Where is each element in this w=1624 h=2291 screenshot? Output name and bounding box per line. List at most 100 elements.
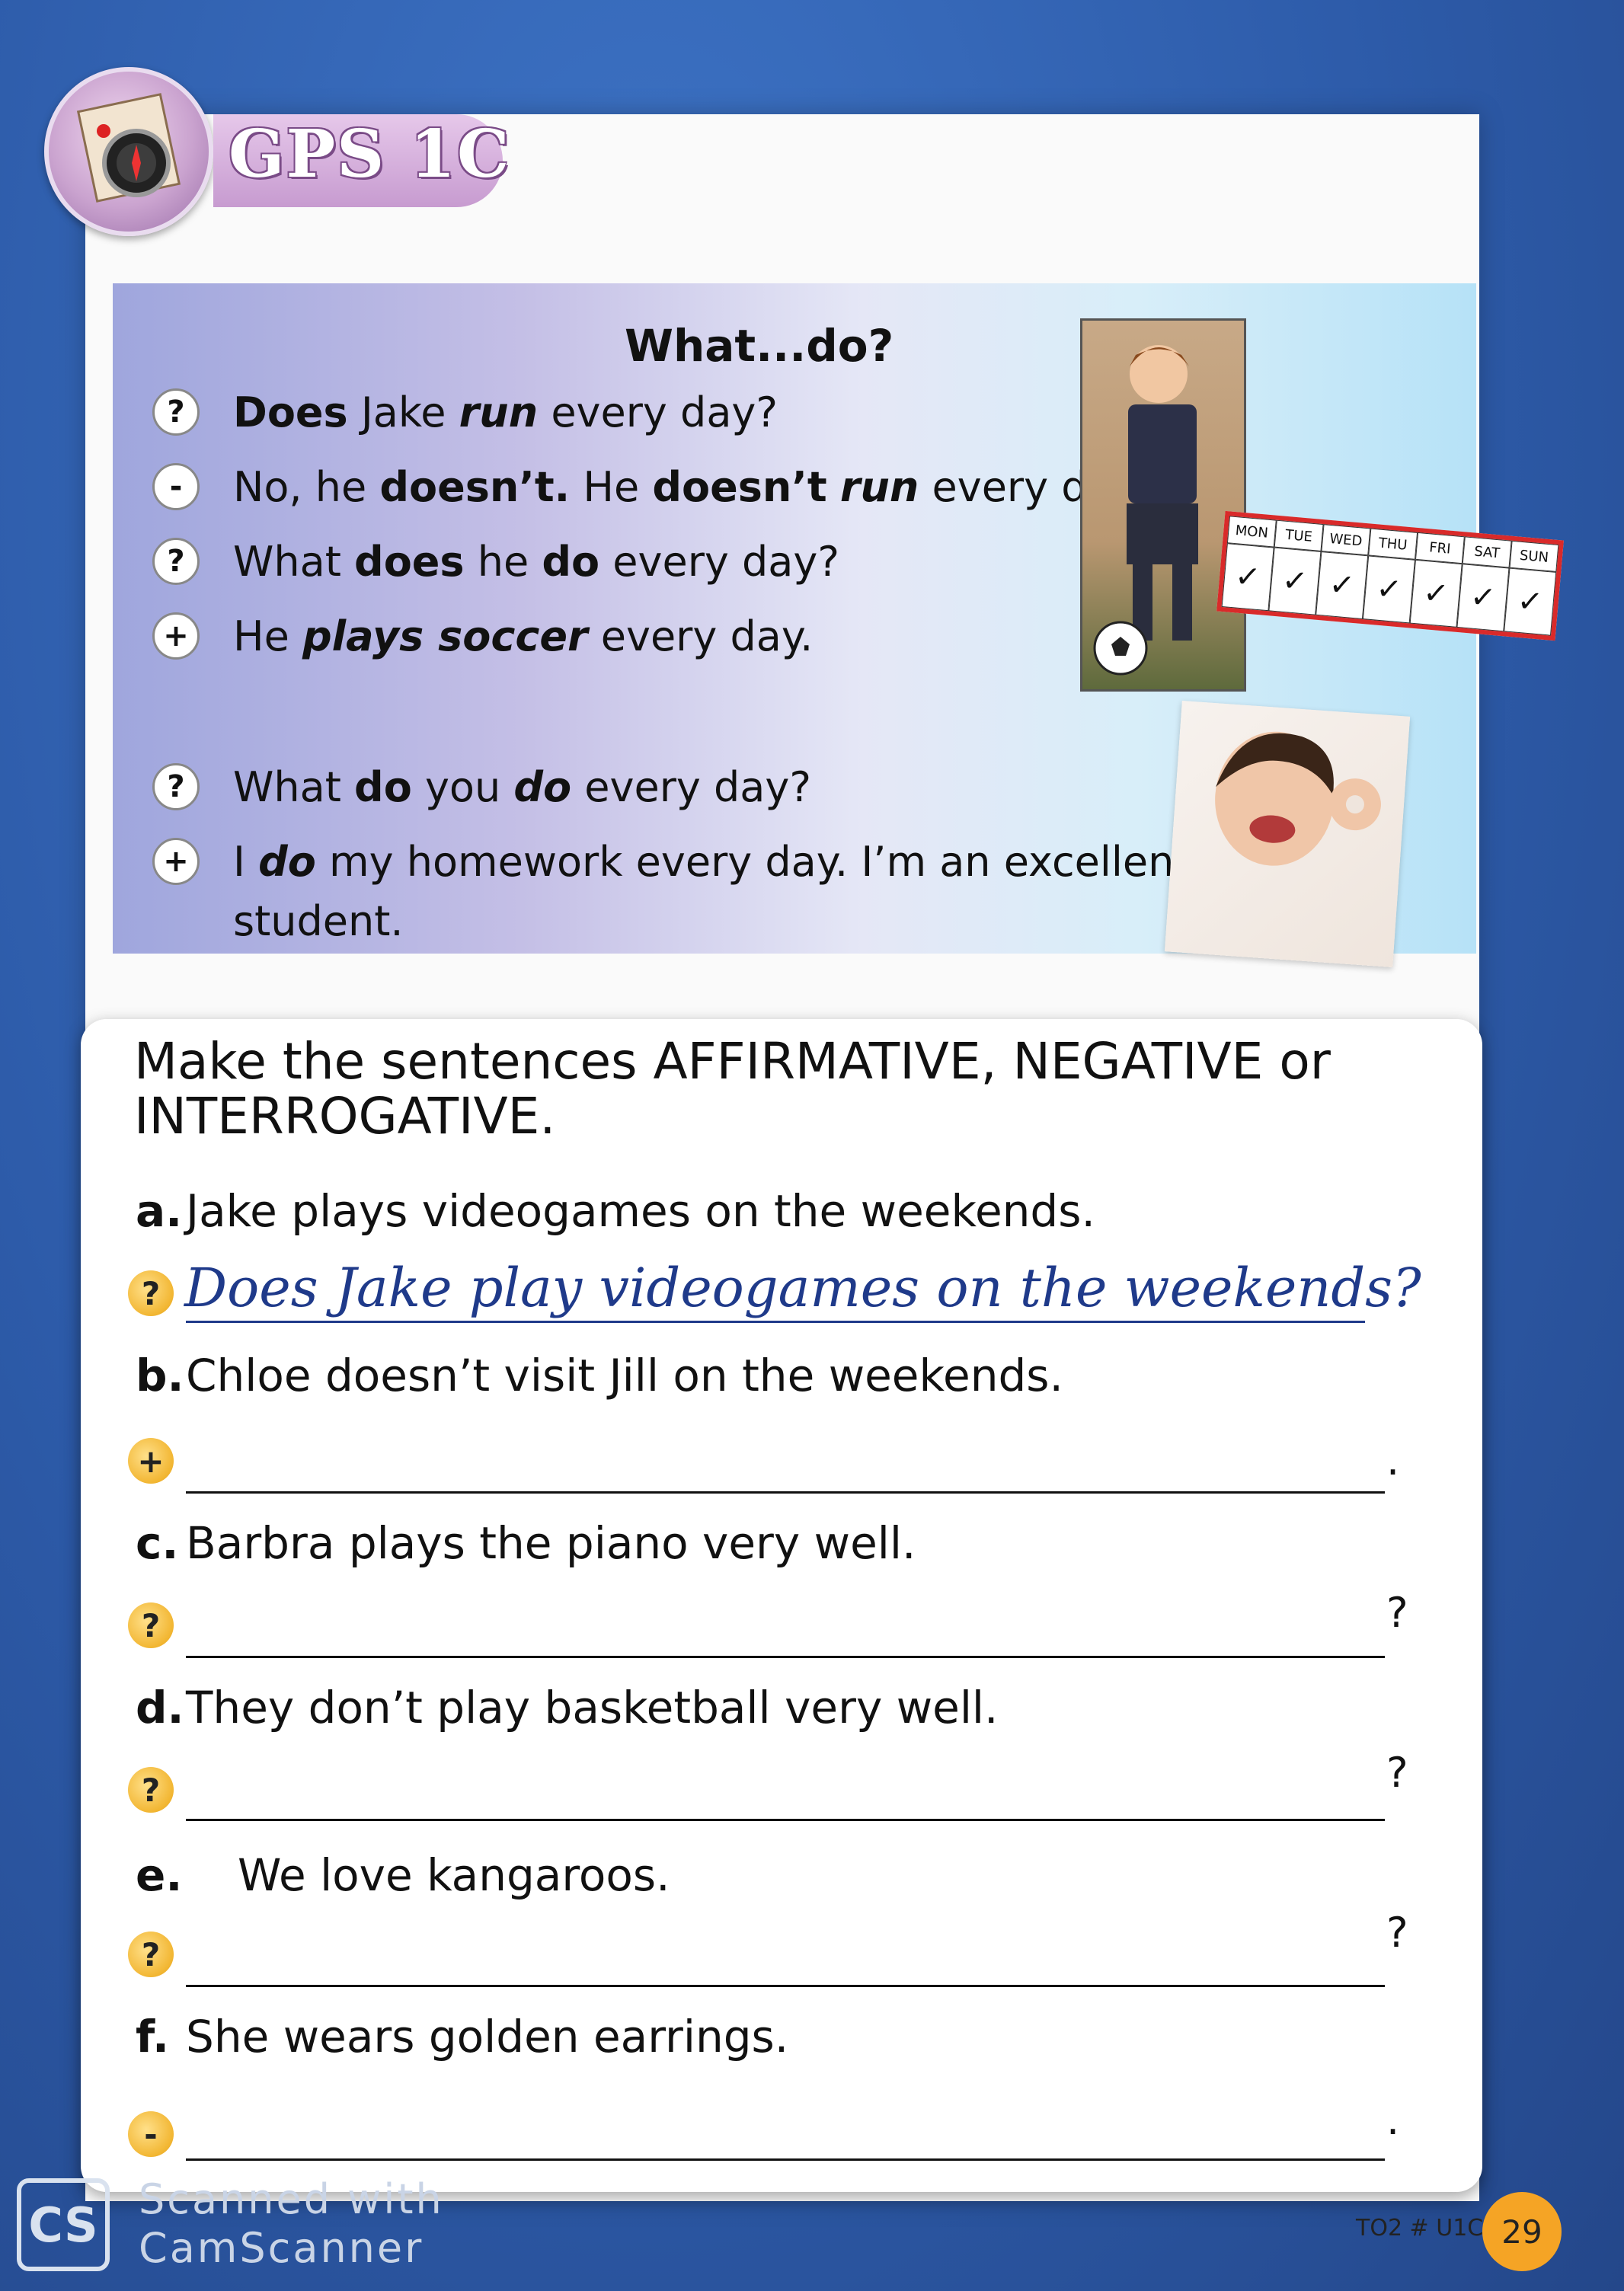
- page-title: GPS 1C: [229, 116, 511, 193]
- grammar-line: ? What does he do every day?: [152, 535, 839, 588]
- item-sentence: They don’t play basketball very well.: [186, 1682, 999, 1733]
- item-sentence: Barbra plays the piano very well.: [186, 1517, 916, 1569]
- question-icon: ?: [128, 1767, 174, 1813]
- checkmark-icon: ✓: [1409, 559, 1463, 628]
- item-label: f.: [136, 2011, 170, 2063]
- handwritten-answer-a: Does Jake play videogames on the weekend…: [184, 1257, 1421, 1319]
- exercise-item-b: b.Chloe doesn’t visit Jill on the weeken…: [136, 1350, 1063, 1401]
- boy-photo: [1164, 700, 1411, 968]
- grammar-text-part: plays soccer: [302, 612, 588, 660]
- plus-icon: +: [152, 838, 200, 885]
- grammar-text-part: every day?: [571, 762, 812, 811]
- grammar-text-part: He: [233, 612, 302, 660]
- grammar-text-part: I: [233, 837, 259, 886]
- answer-line-c[interactable]: [186, 1602, 1385, 1658]
- question-icon: ?: [152, 763, 200, 810]
- schedule-day: WED: [1321, 524, 1371, 556]
- grammar-text-part: No, he: [233, 462, 380, 511]
- grammar-text-part: do: [513, 762, 572, 811]
- grammar-text-part: every day?: [538, 388, 778, 436]
- plus-icon: +: [152, 612, 200, 660]
- grammar-text-part: Jake: [347, 388, 459, 436]
- item-sentence: We love kangaroos.: [238, 1849, 670, 1901]
- grammar-text-part: He: [570, 462, 653, 511]
- answer-line-d[interactable]: [186, 1765, 1385, 1821]
- checkmark-icon: ✓: [1268, 547, 1322, 615]
- grammar-text-part: [827, 463, 840, 511]
- item-label: d.: [136, 1682, 184, 1733]
- answer-end-punctuation: .: [1386, 1436, 1400, 1484]
- grammar-text-part: does: [354, 537, 465, 586]
- answer-line-b[interactable]: [186, 1438, 1385, 1494]
- schedule-day: FRI: [1415, 532, 1465, 564]
- exercise-item-e: e. We love kangaroos.: [136, 1849, 670, 1901]
- question-icon: ?: [128, 1602, 174, 1648]
- item-label: e.: [136, 1849, 183, 1901]
- compass-map-badge: [44, 67, 213, 236]
- watermark-line1: Scanned with: [139, 2175, 444, 2223]
- answer-end-punctuation: ?: [1386, 1909, 1408, 1957]
- grammar-text-part: doesn’t: [652, 462, 827, 511]
- camscanner-logo: CS: [17, 2178, 110, 2271]
- grammar-text-part: every day?: [599, 537, 840, 586]
- answer-line-f[interactable]: [186, 2105, 1385, 2161]
- minus-icon: -: [128, 2111, 174, 2157]
- grammar-text-part: do: [258, 837, 316, 886]
- compass-icon: [76, 93, 181, 203]
- grammar-sentence: No, he doesn’t. He doesn’t run every day…: [233, 463, 1144, 511]
- item-sentence: She wears golden earrings.: [186, 2011, 789, 2063]
- unit-code: TO2 # U1C: [1356, 2215, 1484, 2241]
- grammar-sentence: What do you do every day?: [233, 763, 811, 811]
- grammar-text-part: my homework every day. I’m an excellent: [315, 837, 1191, 886]
- item-label: a.: [136, 1185, 183, 1237]
- soccer-player-icon: [1093, 345, 1198, 676]
- exercise-item-a: a.Jake plays videogames on the weekends.: [136, 1185, 1095, 1237]
- grammar-text-part: run: [839, 462, 919, 511]
- grammar-sentence: What does he do every day?: [233, 538, 839, 586]
- schedule-day: THU: [1368, 528, 1418, 560]
- answer-end-punctuation: .: [1386, 2096, 1400, 2144]
- grammar-title: What...do?: [625, 320, 894, 372]
- checkmark-icon: ✓: [1504, 567, 1557, 636]
- grammar-text-part: do: [354, 762, 412, 811]
- question-icon: ?: [152, 388, 200, 436]
- question-icon: ?: [128, 1270, 174, 1316]
- schedule-day: SUN: [1509, 540, 1559, 573]
- grammar-line: + I do my homework every day. I’m an exc…: [152, 835, 1191, 888]
- exercise-item-d: d.They don’t play basketball very well.: [136, 1682, 999, 1733]
- item-label: b.: [136, 1350, 184, 1401]
- checkmark-icon: ✓: [1456, 564, 1510, 632]
- grammar-line: ? Does Jake run every day?: [152, 385, 778, 439]
- grammar-sentence: He plays soccer every day.: [233, 612, 813, 660]
- exercise-instruction: Make the sentences AFFIRMATIVE, NEGATIVE…: [134, 1032, 1331, 1146]
- exercise-item-f: f. She wears golden earrings.: [136, 2011, 788, 2063]
- answer-end-punctuation: ?: [1386, 1589, 1408, 1637]
- page-number: 29: [1482, 2192, 1562, 2271]
- grammar-text-part: every day.: [587, 612, 814, 660]
- item-sentence: Chloe doesn’t visit Jill on the weekends…: [186, 1350, 1063, 1401]
- grammar-line: ? What do you do every day?: [152, 760, 811, 813]
- schedule-day: MON: [1226, 516, 1277, 548]
- grammar-sentence: I do my homework every day. I’m an excel…: [233, 838, 1191, 886]
- plus-icon: +: [128, 1438, 174, 1484]
- smiling-boy-icon: [1215, 731, 1381, 866]
- grammar-text-part: run: [459, 388, 539, 436]
- schedule-day: TUE: [1274, 519, 1324, 551]
- grammar-line: - No, he doesn’t. He doesn’t run every d…: [152, 460, 1144, 513]
- grammar-text-part: you: [411, 762, 514, 811]
- question-icon: ?: [128, 1932, 174, 1977]
- grammar-sentence-continuation: student.: [233, 897, 404, 945]
- grammar-text-part: What: [233, 537, 355, 586]
- watermark-line2: CamScanner: [139, 2224, 424, 2272]
- answer-line-e[interactable]: [186, 1932, 1385, 1987]
- minus-icon: -: [152, 463, 200, 510]
- jake-soccer-illustration: [1080, 318, 1246, 692]
- schedule-day: SAT: [1462, 536, 1512, 568]
- grammar-text-part: Does: [233, 388, 348, 436]
- grammar-line: + He plays soccer every day.: [152, 609, 813, 663]
- checkmark-icon: ✓: [1362, 555, 1415, 624]
- checkmark-icon: ✓: [1221, 543, 1274, 612]
- item-sentence: Jake plays videogames on the weekends.: [186, 1185, 1095, 1237]
- exercise-item-c: c. Barbra plays the piano very well.: [136, 1517, 916, 1569]
- item-label: c.: [136, 1517, 179, 1569]
